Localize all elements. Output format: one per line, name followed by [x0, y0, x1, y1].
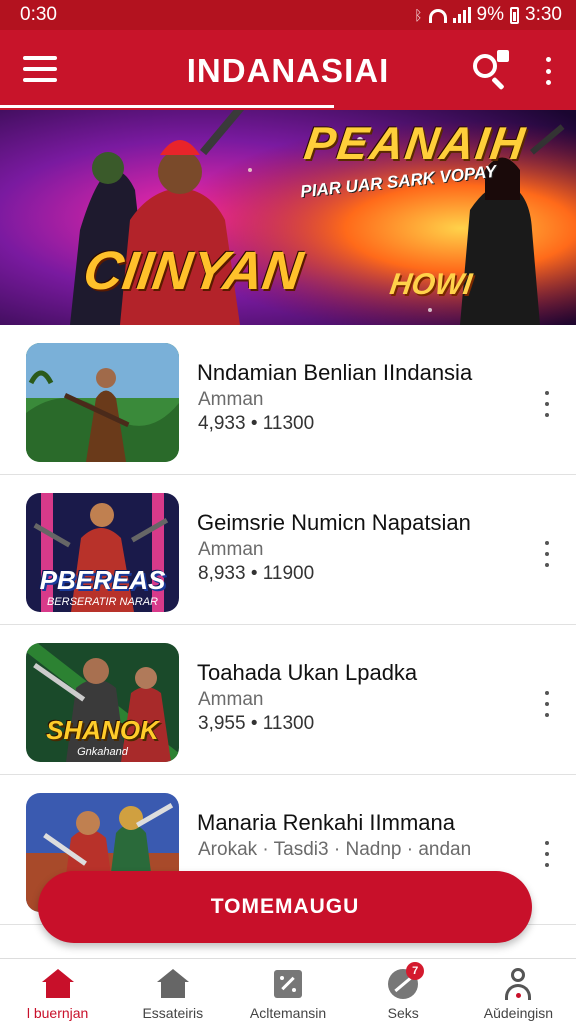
more-vertical-icon[interactable] [540, 54, 556, 88]
banner-right-word: HOWI [387, 268, 475, 301]
nav-item-seks[interactable]: 7 Seks [346, 959, 461, 1024]
list-item[interactable]: SHANOK Gnkahand Toahada Ukan Lpadka Amma… [0, 625, 576, 775]
list-item[interactable]: Nndamian Benlian IIndansia Amman 4,933 •… [0, 325, 576, 475]
game-thumbnail [26, 343, 179, 462]
game-meta: 3,955 • 11300 [198, 713, 315, 734]
more-options-icon[interactable] [538, 391, 556, 417]
nav-label: Ɩ buernjan [26, 1005, 89, 1021]
nav-item-offers[interactable]: Acltemansin [230, 959, 345, 1024]
game-list: Nndamian Benlian IIndansia Amman 4,933 •… [0, 325, 576, 925]
store-icon [156, 967, 190, 1001]
game-name: Geimsrie Numicn Napatsian [197, 510, 471, 535]
status-time-left: 0:30 [20, 4, 57, 25]
app-bar: INDANASIAI [0, 30, 576, 110]
game-thumbnail: PBEREAS BERSERATIR NARAR [26, 493, 179, 612]
nav-label: Essateiris [142, 1005, 204, 1021]
game-publisher: Amman [198, 389, 264, 410]
more-options-icon[interactable] [538, 691, 556, 717]
battery-icon [510, 6, 520, 24]
game-publisher: Amman [198, 689, 264, 710]
game-publisher: Arokak · Tasdi3 · Nadnp · andan [198, 839, 472, 860]
bluetooth-icon: ᛒ [414, 7, 423, 23]
nav-label: Seks [387, 1005, 419, 1021]
nav-item-store[interactable]: Essateiris [115, 959, 230, 1024]
thumbnail-title: PBEREAS [39, 565, 166, 595]
game-name: Nndamian Benlian IIndansia [197, 360, 473, 385]
leaf-icon: 7 [386, 962, 425, 1001]
status-bar: 0:30 ᛒ 9% 3:30 [0, 0, 576, 30]
search-icon[interactable] [471, 50, 513, 92]
game-meta: 8,933 • 11900 [198, 563, 315, 584]
profile-icon [501, 967, 535, 1001]
more-options-icon[interactable] [538, 841, 556, 867]
banner-left-word: CIINYAN [79, 241, 307, 301]
thumbnail-subtitle: Gnkahand [77, 746, 128, 758]
game-name: Manaria Renkahi IImmana [197, 810, 456, 835]
game-publisher: Amman [198, 539, 264, 560]
status-icons: ᛒ 9% 3:30 [414, 4, 562, 26]
wifi-icon [428, 9, 447, 23]
featured-banner[interactable]: PEANAIH PIAR UAR SARK VOPAY CIINYAN HOWI [0, 110, 576, 325]
game-name: Toahada Ukan Lpadka [197, 660, 418, 685]
game-meta: 4,933 • 11300 [198, 413, 315, 434]
primary-action-button[interactable]: TOMEMAUGU [38, 871, 532, 943]
more-options-icon[interactable] [538, 541, 556, 567]
nav-label: Aǔdeingisn [483, 1005, 554, 1021]
nav-label: Acltemansin [249, 1005, 327, 1021]
thumbnail-subtitle: BERSERATIR NARAR [46, 596, 159, 608]
list-item[interactable]: PBEREAS BERSERATIR NARAR Geimsrie Numicn… [0, 475, 576, 625]
game-thumbnail: SHANOK Gnkahand [26, 643, 179, 762]
bottom-navigation: Ɩ buernjan Essateiris Acltemansin 7 Seks… [0, 958, 576, 1024]
battery-percent: 9% [476, 4, 505, 25]
nav-item-home[interactable]: Ɩ buernjan [0, 959, 115, 1024]
status-time-right: 3:30 [525, 4, 562, 25]
nav-item-profile[interactable]: Aǔdeingisn [461, 959, 576, 1024]
home-icon [41, 967, 75, 1001]
tab-indicator [0, 105, 334, 108]
thumbnail-title: SHANOK [46, 715, 159, 745]
notification-badge: 7 [406, 962, 425, 980]
percent-icon [271, 967, 305, 1001]
signal-icon [452, 7, 471, 23]
